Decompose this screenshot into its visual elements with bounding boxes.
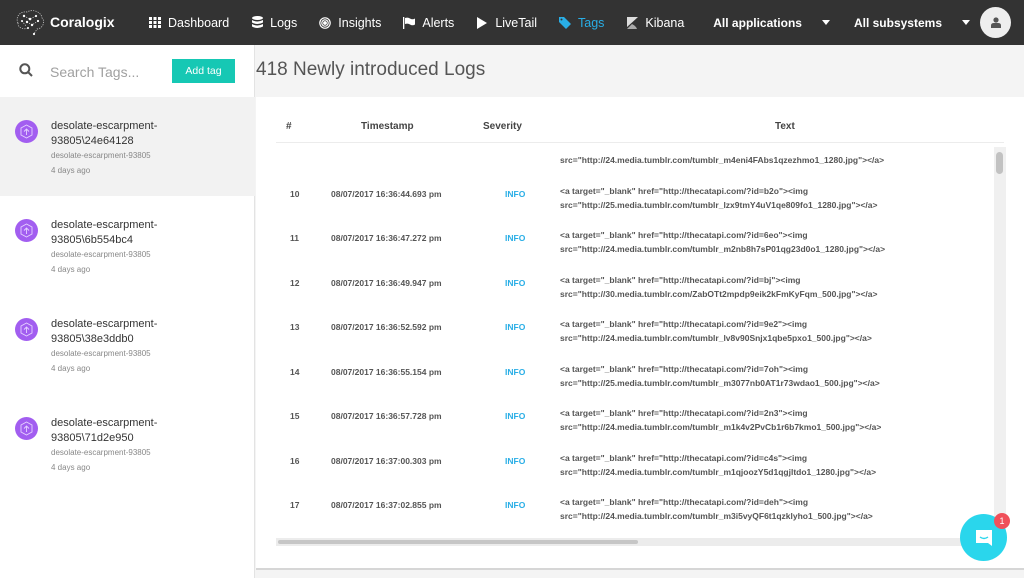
table-body: src="http://24.media.tumblr.com/tumblr_m… [276, 143, 994, 538]
tag-upload-icon [15, 417, 38, 440]
tag-application: desolate-escarpment-93805 [51, 448, 151, 457]
column-header-severity: Severity [483, 121, 522, 132]
row-text-line: <a target="_blank" href="http://thecatap… [560, 274, 801, 285]
tag-application: desolate-escarpment-93805 [51, 349, 151, 358]
tag-list-item[interactable]: desolate-escarpment-93805\6b554bc4 desol… [0, 196, 255, 295]
row-text-line: <a target="_blank" href="http://thecatap… [560, 497, 809, 507]
row-text-line: <a target="_blank" href="http://thecatap… [560, 185, 809, 196]
tag-time: 4 days ago [51, 463, 91, 472]
chat-icon [975, 529, 992, 546]
main-panel: 418 Newly introduced Logs # Timestamp Se… [256, 45, 1024, 578]
table-row[interactable]: src="http://24.media.tumblr.com/tumblr_m… [276, 143, 994, 165]
nav-dashboard[interactable]: Dashboard [148, 16, 229, 30]
horizontal-scroll-thumb[interactable] [278, 540, 638, 544]
tags-sidebar: Add tag desolate-escarpment-93805\24e641… [0, 45, 255, 578]
nav-label: Logs [270, 15, 298, 30]
row-text-line: <a target="_blank" href="http://thecatap… [560, 230, 808, 240]
table-row[interactable]: 10 08/07/2017 16:36:44.693 pm INFO <a targe… [276, 153, 994, 210]
brain-logo-icon [16, 10, 44, 36]
search-tags-input[interactable] [50, 61, 160, 83]
vertical-scroll-thumb[interactable] [996, 152, 1003, 174]
table-row[interactable]: 17 08/07/2017 16:37:02.855 pm INFO <a targe… [276, 464, 994, 521]
target-icon [318, 16, 332, 30]
nav-label: Insights [338, 15, 382, 30]
column-header-timestamp: Timestamp [361, 121, 414, 132]
nav-label: Kibana [645, 15, 685, 30]
nav-label: Tags [578, 15, 605, 30]
top-navbar: Coralogix Dashboard Logs Insights Alerts [0, 0, 1024, 45]
column-header-text: Text [775, 121, 795, 132]
table-row[interactable]: 16 08/07/2017 16:37:00.303 pm INFO <a targe… [276, 420, 994, 477]
tag-upload-icon [15, 120, 38, 143]
logs-table-card: # Timestamp Severity Text src="http://24… [256, 97, 1024, 570]
tag-name: desolate-escarpment-93805\24e64128 [51, 120, 158, 147]
nav-label: Alerts [422, 15, 455, 30]
row-text-line: <a target="_blank" href="http://thecatap… [560, 452, 808, 463]
tag-time: 4 days ago [51, 265, 91, 274]
tag-application: desolate-escarpment-93805 [51, 250, 151, 259]
add-tag-button[interactable]: Add tag [172, 59, 235, 83]
tag-application: desolate-escarpment-93805 [51, 151, 151, 160]
chat-notification-badge: 1 [994, 513, 1010, 529]
nav-kibana[interactable]: Kibana [625, 16, 684, 30]
tag-list-item[interactable]: desolate-escarpment-93805\24e64128 desol… [0, 97, 255, 196]
table-row[interactable]: 11 08/07/2017 16:36:47.272 pm INFO <a targe… [276, 197, 994, 254]
kibana-icon [625, 16, 639, 30]
tag-list-item[interactable]: desolate-escarpment-93805\71d2e950 desol… [0, 394, 255, 493]
database-icon [250, 16, 264, 30]
horizontal-scrollbar[interactable] [276, 538, 994, 546]
page-title: 418 Newly introduced Logs [256, 59, 486, 80]
nav-insights[interactable]: Insights [318, 16, 381, 30]
subsystems-value: All subsystems [853, 15, 942, 30]
table-row[interactable]: 1808/07/2017 16:37:05.432 pmINFO<a targe… [276, 509, 994, 539]
nav-tags[interactable]: Tags [558, 16, 604, 30]
brand-name: Coralogix [50, 14, 115, 30]
tag-list: desolate-escarpment-93805\24e64128 desol… [0, 97, 255, 493]
row-text-line: <a target="_blank" href="http://thecatap… [560, 363, 809, 374]
brand-logo[interactable]: Coralogix [12, 6, 115, 38]
tag-list-item[interactable]: desolate-escarpment-93805\38e3ddb0 desol… [0, 295, 255, 394]
search-icon [19, 63, 33, 77]
table-row[interactable]: 15 08/07/2017 16:36:57.728 pm INFO <a targe… [276, 375, 994, 432]
table-header: # Timestamp Severity Text [276, 121, 1004, 143]
table-row[interactable]: 13 08/07/2017 16:36:52.592 pm INFO <a targe… [276, 286, 994, 343]
tag-time: 4 days ago [51, 364, 91, 373]
flag-icon [402, 16, 416, 30]
applications-value: All applications [713, 15, 802, 30]
user-icon [990, 17, 1001, 28]
chevron-down-icon [821, 20, 830, 25]
nav-livetail[interactable]: LiveTail [475, 16, 537, 30]
tag-name: desolate-escarpment-93805\6b554bc4 [51, 219, 158, 246]
row-text-line: <a target="_blank" href="http://thecatap… [560, 408, 808, 418]
tag-upload-icon [15, 318, 38, 341]
tag-name: desolate-escarpment-93805\71d2e950 [51, 417, 158, 444]
search-row: Add tag [0, 45, 255, 97]
nav-label: LiveTail [495, 15, 537, 30]
tag-icon [558, 16, 572, 30]
column-header-number: # [286, 121, 292, 132]
vertical-scrollbar[interactable] [994, 147, 1006, 538]
table-row[interactable]: 12 08/07/2017 16:36:49.947 pm INFO <a targe… [276, 242, 994, 299]
play-icon [475, 16, 489, 30]
main-nav: Dashboard Logs Insights Alerts LiveTail [148, 0, 705, 45]
grid-icon [148, 16, 162, 30]
table-row[interactable]: 14 08/07/2017 16:36:55.154 pm INFO <a targe… [276, 331, 994, 388]
applications-dropdown[interactable]: All applications [713, 16, 830, 30]
nav-alerts[interactable]: Alerts [402, 16, 454, 30]
row-text-line: <a target="_blank" href="http://thecatap… [560, 319, 808, 329]
subsystems-dropdown[interactable]: All subsystems [854, 16, 970, 30]
filters: All applications All subsystems [689, 0, 970, 45]
tag-upload-icon [15, 219, 38, 242]
nav-label: Dashboard [168, 15, 230, 30]
tag-time: 4 days ago [51, 166, 91, 175]
chevron-down-icon [962, 20, 970, 25]
tag-name: desolate-escarpment-93805\38e3ddb0 [51, 318, 158, 345]
nav-logs[interactable]: Logs [250, 16, 297, 30]
user-avatar[interactable] [980, 7, 1011, 38]
row-text-line [560, 143, 884, 153]
